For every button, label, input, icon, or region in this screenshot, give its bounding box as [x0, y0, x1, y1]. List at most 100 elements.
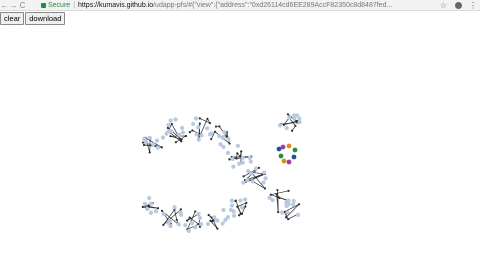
- graph-node: [250, 179, 255, 184]
- bookmark-star-icon[interactable]: ☆: [439, 0, 448, 11]
- graph-node: [170, 122, 173, 126]
- graph-node: [235, 143, 240, 148]
- graph-node: [295, 212, 301, 217]
- graph-node: [178, 212, 184, 217]
- graph-root-node: [286, 159, 292, 165]
- graph-node: [166, 122, 171, 128]
- graph-node: [230, 156, 235, 162]
- secure-label: Secure: [48, 1, 71, 9]
- graph-node: [238, 214, 241, 217]
- graph-node: [244, 205, 247, 208]
- url-path: /udapp-pfs/#{"view":{"address":"0xd26114…: [153, 1, 393, 9]
- graph-node: [284, 216, 288, 219]
- graph-node: [218, 142, 223, 147]
- reload-icon[interactable]: C: [18, 0, 27, 11]
- graph-node: [226, 136, 231, 141]
- graph-node: [284, 203, 289, 208]
- graph-node: [210, 137, 213, 141]
- graph-node: [231, 213, 237, 218]
- extension-icon[interactable]: [455, 2, 462, 9]
- graph-node: [194, 210, 197, 213]
- forward-icon[interactable]: →: [9, 0, 18, 11]
- graph-node: [240, 150, 243, 153]
- graph-node: [245, 201, 248, 204]
- graph-node: [242, 175, 245, 178]
- graph-node: [287, 115, 292, 120]
- graph-node: [196, 211, 201, 217]
- browser-menu-icon[interactable]: ⋮: [469, 0, 477, 11]
- graph-node: [166, 220, 171, 226]
- graph-node: [205, 221, 211, 227]
- graph-node: [209, 219, 212, 222]
- graph-node: [176, 132, 182, 137]
- clear-button[interactable]: clear: [0, 12, 25, 25]
- browser-toolbar: ← → C Secure | https://kumavis.github.io…: [0, 0, 480, 11]
- graph-node: [221, 207, 226, 213]
- graph-node: [247, 155, 253, 160]
- graph-node: [267, 195, 272, 200]
- graph-node: [237, 161, 242, 166]
- graph-node: [147, 195, 152, 201]
- graph-node: [173, 117, 178, 122]
- graph-node: [186, 228, 191, 234]
- graph-node: [207, 213, 210, 217]
- graph-node: [240, 205, 245, 210]
- graph-node: [286, 113, 290, 116]
- graph-node: [248, 159, 253, 164]
- graph-node: [263, 176, 268, 181]
- graph-node: [222, 130, 227, 135]
- graph-node: [191, 121, 196, 127]
- graph-node: [142, 143, 146, 147]
- graph-node: [186, 219, 189, 222]
- graph-node: [236, 152, 239, 155]
- graph-node: [225, 150, 231, 156]
- graph-node: [287, 189, 290, 192]
- graph-node: [192, 225, 198, 230]
- graph-node: [162, 223, 165, 226]
- graph-node: [205, 126, 210, 131]
- graph-node: [276, 196, 280, 199]
- graph-node: [198, 122, 201, 125]
- graph-node: [169, 135, 172, 138]
- graph-node: [208, 121, 212, 125]
- graph-node: [290, 129, 294, 132]
- graph-node: [269, 193, 272, 196]
- graph-node: [275, 193, 278, 196]
- graph-node: [196, 125, 201, 130]
- omnibox-separator: |: [73, 1, 76, 9]
- graph-node: [216, 227, 219, 230]
- graph-node: [235, 157, 238, 160]
- graph-node: [141, 205, 144, 209]
- graph-node: [276, 188, 279, 192]
- graph-node: [241, 180, 246, 185]
- download-button[interactable]: download: [25, 12, 66, 25]
- graph-node: [240, 160, 245, 165]
- graph-node: [249, 171, 254, 176]
- graph-node: [231, 164, 236, 169]
- address-bar[interactable]: Secure | https://kumavis.github.io /udap…: [41, 0, 459, 11]
- network-graph[interactable]: [0, 27, 480, 270]
- graph-node: [168, 118, 173, 123]
- graph-node: [180, 130, 186, 135]
- graph-node: [188, 216, 191, 219]
- graph-node: [198, 117, 201, 120]
- graph-node: [297, 203, 301, 206]
- graph-node: [277, 210, 280, 214]
- graph-node: [169, 129, 174, 134]
- graph-node: [183, 223, 188, 228]
- graph-node: [199, 221, 204, 227]
- graph-node: [148, 210, 154, 215]
- graph-node: [188, 131, 191, 134]
- graph-root-node: [292, 147, 298, 153]
- graph-node: [243, 197, 248, 202]
- graph-node: [229, 198, 234, 203]
- graph-root-node: [278, 153, 284, 159]
- graph-node: [191, 129, 194, 132]
- graph-node: [196, 137, 201, 142]
- graph-node: [263, 187, 267, 190]
- graph-node: [160, 135, 166, 140]
- graph-node: [206, 117, 209, 120]
- back-icon[interactable]: ←: [0, 0, 9, 11]
- graph-node: [282, 123, 285, 126]
- graph-node: [236, 205, 239, 208]
